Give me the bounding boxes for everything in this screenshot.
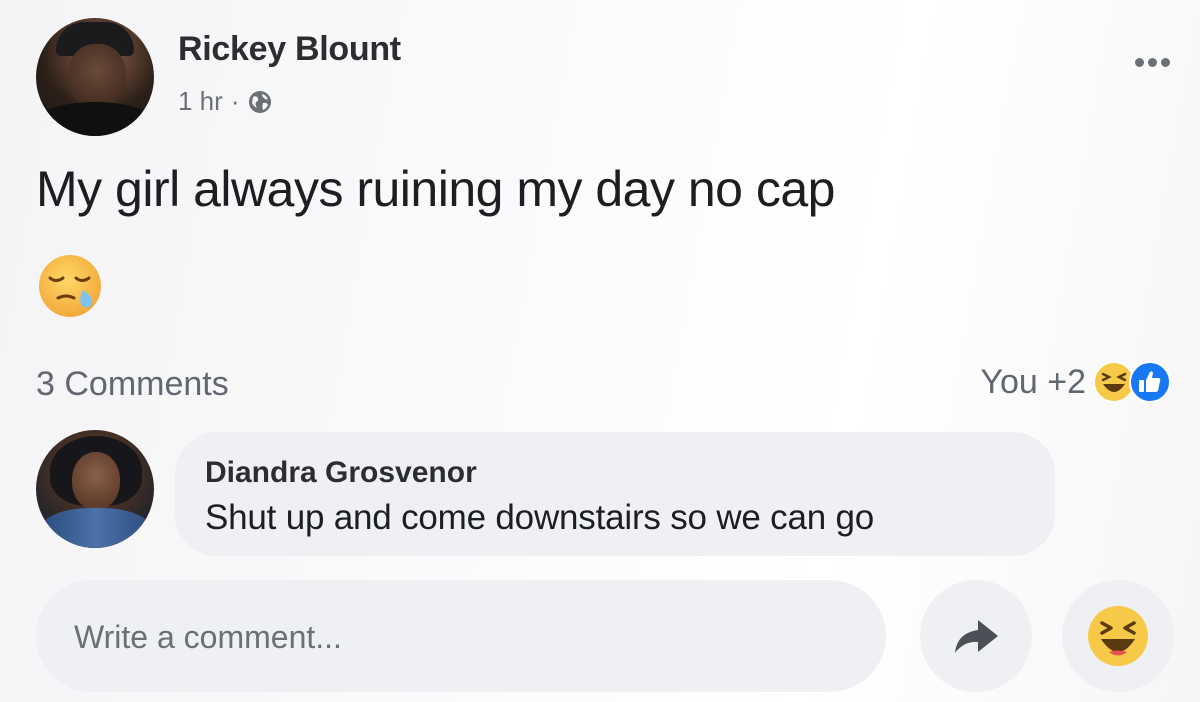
sleepy-face-emoji [39,255,101,317]
avatar-face [72,452,120,510]
more-dot [1148,58,1157,67]
reactions-summary[interactable]: You +2 [980,360,1172,404]
share-button[interactable] [920,580,1032,692]
haha-icon [1088,606,1148,666]
comment-bubble: Diandra Grosvenor Shut up and come downs… [175,432,1055,556]
more-dot [1161,58,1170,67]
post-time[interactable]: 1 hr [178,86,223,117]
share-arrow-icon [955,620,998,653]
haha-reaction-button[interactable] [1062,580,1174,692]
commenter-avatar[interactable] [36,430,154,548]
like-icon [1129,361,1171,403]
comments-count[interactable]: 3 Comments [36,365,229,404]
post-meta: 1 hr · [178,86,273,117]
globe-icon[interactable] [247,89,273,115]
more-dot [1135,58,1144,67]
reactions-label: You +2 [980,362,1086,401]
more-options-icon[interactable] [1135,58,1170,67]
comment-author[interactable]: Diandra Grosvenor [205,456,477,490]
comment-text: Shut up and come downstairs so we can go [205,498,875,537]
comment-composer[interactable] [36,580,886,694]
avatar-shirt [36,102,154,136]
author-avatar[interactable] [36,18,154,136]
avatar-face [68,44,126,110]
avatar-jacket [40,508,152,548]
post-text: My girl always ruining my day no cap [36,161,836,217]
meta-separator: · [230,86,240,116]
author-name[interactable]: Rickey Blount [178,30,401,69]
comment-input[interactable] [72,580,856,694]
